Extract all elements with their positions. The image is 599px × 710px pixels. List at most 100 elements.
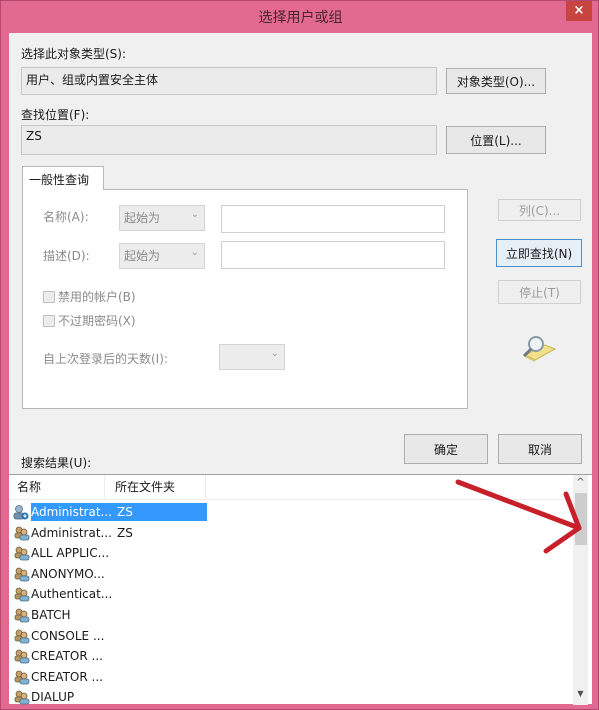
no-expire-label: 不过期密码(X) xyxy=(58,314,136,328)
name-label: 名称(A): xyxy=(43,210,89,224)
disabled-accounts-checkbox[interactable] xyxy=(43,290,55,303)
object-types-button[interactable]: 对象类型(O)... xyxy=(446,68,546,94)
result-row[interactable]: Authenticat... xyxy=(13,584,207,604)
row-content: CREATOR ... xyxy=(31,670,207,684)
location-field: ZS xyxy=(21,125,437,155)
scroll-thumb[interactable] xyxy=(575,493,587,545)
search-animation-icon xyxy=(519,333,559,363)
column-header-folder[interactable]: 所在文件夹 xyxy=(115,478,175,495)
days-since-logon-select[interactable]: ⌄ xyxy=(219,344,285,370)
group-icon xyxy=(13,545,30,561)
search-results-list[interactable]: 名称 所在文件夹 Administrat... ZS Administrat... Z… xyxy=(9,474,592,707)
row-folder xyxy=(113,567,203,581)
row-folder xyxy=(113,629,203,643)
scroll-down-icon[interactable]: ▼ xyxy=(573,689,588,703)
no-expire-checkbox-row[interactable]: 不过期密码(X) xyxy=(43,312,136,329)
disabled-accounts-label: 禁用的帐户(B) xyxy=(58,290,136,304)
row-name: Administrat... xyxy=(31,505,112,519)
row-content: ANONYMO... xyxy=(31,567,207,581)
description-mode-value: 起始为 xyxy=(124,249,161,263)
result-row[interactable]: Administrat... ZS xyxy=(13,523,207,543)
row-content: Authenticat... xyxy=(31,587,207,601)
general-query-panel: 名称(A): 起始为 ⌄ 描述(D): 起始为 ⌄ 禁用的帐户(B) 不过期密码… xyxy=(22,189,468,409)
description-input[interactable] xyxy=(221,241,445,269)
result-row[interactable]: CONSOLE ... xyxy=(13,626,207,646)
dialog-body: 选择此对象类型(S): 用户、组或内置安全主体 对象类型(O)... 查找位置(… xyxy=(9,33,592,707)
user-icon xyxy=(13,504,30,520)
column-separator[interactable] xyxy=(205,475,206,499)
name-input[interactable] xyxy=(221,205,445,233)
row-name: ANONYMO... xyxy=(31,566,105,581)
name-mode-value: 起始为 xyxy=(124,211,161,225)
row-folder xyxy=(113,608,203,622)
search-results-label: 搜索结果(U): xyxy=(21,456,92,470)
stop-button[interactable]: 停止(T) xyxy=(498,280,581,304)
find-now-button[interactable]: 立即查找(N) xyxy=(496,239,582,267)
group-icon xyxy=(13,669,30,685)
title-bar[interactable]: 选择用户或组 × xyxy=(1,1,599,33)
row-name: CONSOLE ... xyxy=(31,628,105,643)
row-name: BATCH xyxy=(31,608,71,622)
result-row[interactable]: BATCH xyxy=(13,605,207,625)
group-icon xyxy=(13,689,30,705)
scroll-up-icon[interactable]: ^ xyxy=(573,477,588,491)
row-folder xyxy=(113,587,203,601)
row-content: DIALUP xyxy=(31,690,207,704)
locations-button[interactable]: 位置(L)... xyxy=(446,126,546,154)
row-name: ALL APPLIC... xyxy=(31,546,110,561)
watermark: 系统之家 xyxy=(463,678,535,698)
chevron-down-icon: ⌄ xyxy=(190,247,199,258)
row-name: DIALUP xyxy=(31,690,75,705)
row-content: Administrat... ZS xyxy=(31,526,207,540)
row-folder xyxy=(113,670,203,684)
row-content: CREATOR ... xyxy=(31,649,207,663)
close-icon: × xyxy=(573,3,585,18)
row-folder: ZS xyxy=(117,525,133,540)
result-row[interactable]: CREATOR ... xyxy=(13,646,207,666)
cancel-button[interactable]: 取消 xyxy=(498,434,582,464)
row-folder xyxy=(113,649,203,663)
column-header-name[interactable]: 名称 xyxy=(17,478,41,495)
row-name: CREATOR ... xyxy=(31,669,103,684)
close-button[interactable]: × xyxy=(566,1,592,21)
group-icon xyxy=(13,566,30,582)
result-row[interactable]: DIALUP xyxy=(13,687,207,707)
row-name: CREATOR ... xyxy=(31,649,103,664)
row-folder xyxy=(113,690,203,704)
description-mode-select[interactable]: 起始为 ⌄ xyxy=(119,243,205,269)
dialog-window: 选择用户或组 × 选择此对象类型(S): 用户、组或内置安全主体 对象类型(O)… xyxy=(0,0,599,710)
vertical-scrollbar[interactable]: ^ ▼ xyxy=(573,475,588,705)
group-icon xyxy=(13,586,30,602)
chevron-down-icon: ⌄ xyxy=(270,348,279,359)
row-content: ALL APPLIC... xyxy=(31,546,207,560)
result-row[interactable]: CREATOR ... xyxy=(13,667,207,687)
row-folder xyxy=(113,546,203,560)
group-icon xyxy=(13,525,30,541)
row-folder: ZS xyxy=(117,505,133,519)
result-row[interactable]: Administrat... ZS xyxy=(13,502,207,522)
group-icon xyxy=(13,648,30,664)
row-name: Administrat... xyxy=(31,525,112,540)
row-content: Administrat... ZS xyxy=(31,503,207,521)
group-icon xyxy=(13,628,30,644)
chevron-down-icon: ⌄ xyxy=(190,209,199,220)
days-since-logon-label: 自上次登录后的天数(I): xyxy=(43,352,168,366)
row-content: BATCH xyxy=(31,608,207,622)
object-type-field: 用户、组或内置安全主体 xyxy=(21,67,437,95)
name-mode-select[interactable]: 起始为 ⌄ xyxy=(119,205,205,231)
row-name: Authenticat... xyxy=(31,587,113,602)
no-expire-checkbox[interactable] xyxy=(43,314,55,327)
result-row[interactable]: ANONYMO... xyxy=(13,564,207,584)
location-label: 查找位置(F): xyxy=(21,108,90,122)
ok-button[interactable]: 确定 xyxy=(404,434,488,464)
description-label: 描述(D): xyxy=(43,249,90,263)
group-icon xyxy=(13,607,30,623)
object-type-label: 选择此对象类型(S): xyxy=(21,47,127,61)
header-divider xyxy=(9,499,569,500)
result-row[interactable]: ALL APPLIC... xyxy=(13,543,207,563)
column-separator[interactable] xyxy=(104,475,105,499)
columns-button[interactable]: 列(C)... xyxy=(498,199,581,221)
row-content: CONSOLE ... xyxy=(31,629,207,643)
disabled-accounts-checkbox-row[interactable]: 禁用的帐户(B) xyxy=(43,288,136,305)
tab-general-query[interactable]: 一般性查询 xyxy=(22,166,104,190)
